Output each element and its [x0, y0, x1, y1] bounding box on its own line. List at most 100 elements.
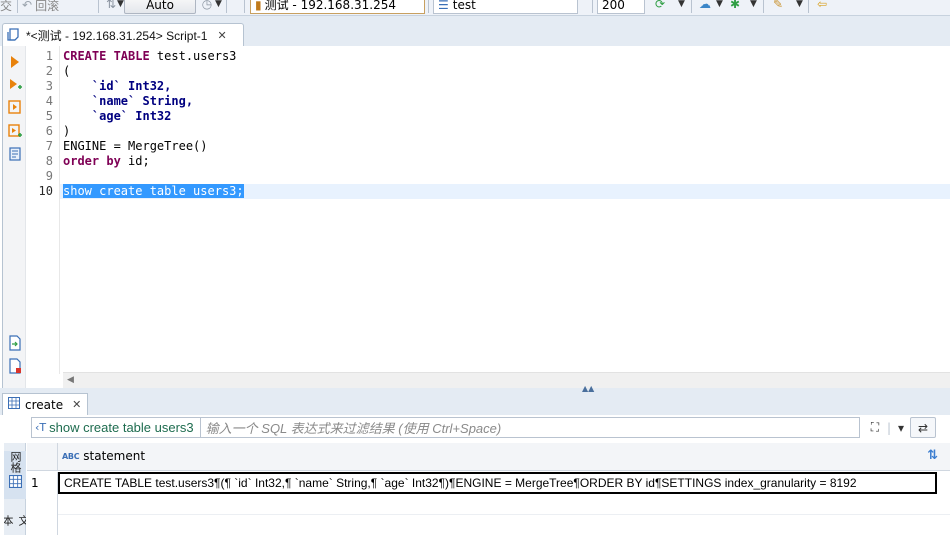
gear-icon[interactable]: ✱ [728, 0, 742, 12]
row-number-header[interactable] [27, 443, 58, 471]
main-toolbar: 交 ↶ 回滚 ⇅ ▼ Auto ◷ ▼ ▮ 测试 - 192.168.31.25… [0, 0, 950, 15]
view-text-tab[interactable]: 文本 [4, 515, 26, 535]
grid-empty-area [27, 494, 950, 535]
splitter-grip-icon[interactable]: ▲▲ [582, 384, 594, 393]
sql-keyword: CREATE TABLE [63, 49, 150, 63]
rollback-label: 回滚 [35, 0, 60, 13]
line-number: 8 [45, 154, 53, 168]
statement-cell[interactable]: CREATE TABLE test.users3¶(¶ `id` Int32,¶… [58, 472, 937, 494]
sql-text: test.users3 [149, 49, 237, 63]
maximize-icon[interactable]: ⛶ [864, 417, 886, 438]
execute-statement-icon[interactable] [7, 54, 23, 70]
rollback-icon: ↶ [22, 0, 33, 12]
rollback-button[interactable]: ↶ 回滚 [22, 0, 59, 14]
transaction-mode-button[interactable]: Auto [124, 0, 196, 14]
sql-text: ) [63, 124, 71, 138]
toolbar-separator [808, 0, 809, 13]
database-label: test [452, 0, 476, 12]
column-identifier: `age` [91, 109, 129, 123]
grid-line [58, 514, 950, 515]
execute-new-tab-icon[interactable] [7, 77, 23, 93]
row-number-column [27, 494, 58, 535]
view-text-label: 文本 [4, 515, 26, 526]
code-area[interactable]: CREATE TABLE test.users3 ( `id` Int32, `… [63, 49, 950, 199]
refresh-results-icon[interactable]: ⇄ [910, 417, 936, 438]
result-filter-input[interactable]: ‹T show create table users3 输入一个 SQL 表达式… [31, 417, 860, 438]
toolbar-separator [226, 0, 227, 13]
line-number: 5 [45, 109, 53, 123]
chevron-down-icon[interactable]: ▼ [716, 0, 723, 12]
connection-label: 测试 - 192.168.31.254 [264, 0, 396, 12]
toolbar-separator [691, 0, 692, 13]
filter-tools: ⛶ | ▾ ⇄ [864, 417, 944, 438]
close-icon[interactable]: ✕ [217, 29, 226, 42]
grid-icon [8, 475, 22, 491]
line-number: 2 [45, 64, 53, 78]
editor-tab-bar: *<测试 - 192.168.31.254> Script-1 ✕ [0, 15, 950, 47]
column-identifier: `id` [91, 79, 121, 93]
sql-editor[interactable]: 1 2 3 4 5 6 7 8 9 10 CREATE TABLE test.users3 ( `… [2, 46, 950, 388]
column-type: String, [135, 94, 194, 108]
line-number-gutter: 1 2 3 4 5 6 7 8 9 10 [26, 46, 60, 374]
line-number: 1 [45, 49, 53, 63]
history-icon[interactable]: ◷ [200, 0, 214, 12]
line-number: 3 [45, 79, 53, 93]
execute-script-icon[interactable] [7, 99, 23, 115]
cloud-icon[interactable]: ☁ [698, 0, 712, 12]
code-line: order by id; [63, 154, 950, 169]
horizontal-scrollbar[interactable]: ◀ [63, 372, 950, 388]
result-view-switcher: 网格 文本 [4, 443, 26, 535]
transaction-mode-icon[interactable]: ⇅ [104, 0, 118, 12]
tab-title: *<测试 - 192.168.31.254> Script-1 [26, 29, 208, 43]
tab-script-1[interactable]: *<测试 - 192.168.31.254> Script-1 ✕ [2, 23, 244, 47]
line-number: 6 [45, 124, 53, 138]
sql-text: ( [63, 64, 71, 78]
explain-plan-icon[interactable] [7, 146, 23, 162]
row-number[interactable]: 1 [27, 472, 58, 494]
filter-placeholder: 输入一个 SQL 表达式来过滤结果 (使用 Ctrl+Space) [199, 418, 501, 437]
line-number: 10 [38, 184, 53, 198]
connection-icon: ▮ [255, 0, 262, 12]
execute-script-new-tab-icon[interactable] [7, 123, 23, 139]
tab-create[interactable]: create ✕ [2, 393, 88, 415]
back-arrow-icon[interactable]: ⇦ [815, 0, 829, 12]
toolbar-separator [17, 0, 18, 13]
refresh-icon[interactable]: ⟳ [653, 0, 667, 12]
load-script-icon[interactable] [7, 358, 23, 374]
chevron-down-icon[interactable]: ▼ [117, 0, 124, 12]
active-database-selector[interactable]: ☰ test [433, 0, 578, 14]
export-icon[interactable] [7, 335, 23, 351]
toolbar-separator [244, 0, 245, 13]
sort-filter-icon[interactable]: ⇅ [927, 448, 938, 463]
string-type-icon: ABC [62, 451, 80, 461]
results-tab-bar: create ✕ [0, 393, 950, 415]
sql-script-icon [7, 27, 20, 44]
chevron-down-icon[interactable]: ▼ [750, 0, 757, 12]
column-header-statement[interactable]: ABC statement [62, 449, 145, 463]
chevron-down-icon[interactable]: ▼ [678, 0, 685, 12]
line-number: 4 [45, 94, 53, 108]
filter-query-icon: ‹T [35, 421, 47, 434]
column-identifier: `name` [91, 94, 136, 108]
view-grid-tab[interactable]: 网格 [4, 451, 26, 499]
chevron-down-icon[interactable]: ▼ [215, 0, 222, 12]
chevron-down-icon[interactable]: ▼ [796, 0, 803, 12]
sql-text: ENGINE = MergeTree() [63, 139, 208, 153]
close-icon[interactable]: ✕ [72, 398, 81, 411]
result-limit-input[interactable]: 200 [597, 0, 645, 14]
active-connection-selector[interactable]: ▮ 测试 - 192.168.31.254 [250, 0, 425, 14]
database-icon: ☰ [438, 0, 449, 12]
commit-button[interactable]: 交 [0, 0, 12, 14]
column-header-label: statement [83, 449, 146, 463]
scroll-left-icon[interactable]: ◀ [67, 375, 74, 385]
code-line: `name` String, [63, 94, 950, 109]
pen-icon[interactable]: ✎ [771, 0, 785, 12]
table-row[interactable]: 1 CREATE TABLE test.users3¶(¶ `id` Int32… [27, 472, 950, 494]
filter-history-icon[interactable]: ▾ [892, 417, 910, 438]
code-line: ) [63, 124, 950, 139]
view-grid-label: 网格 [9, 451, 22, 473]
